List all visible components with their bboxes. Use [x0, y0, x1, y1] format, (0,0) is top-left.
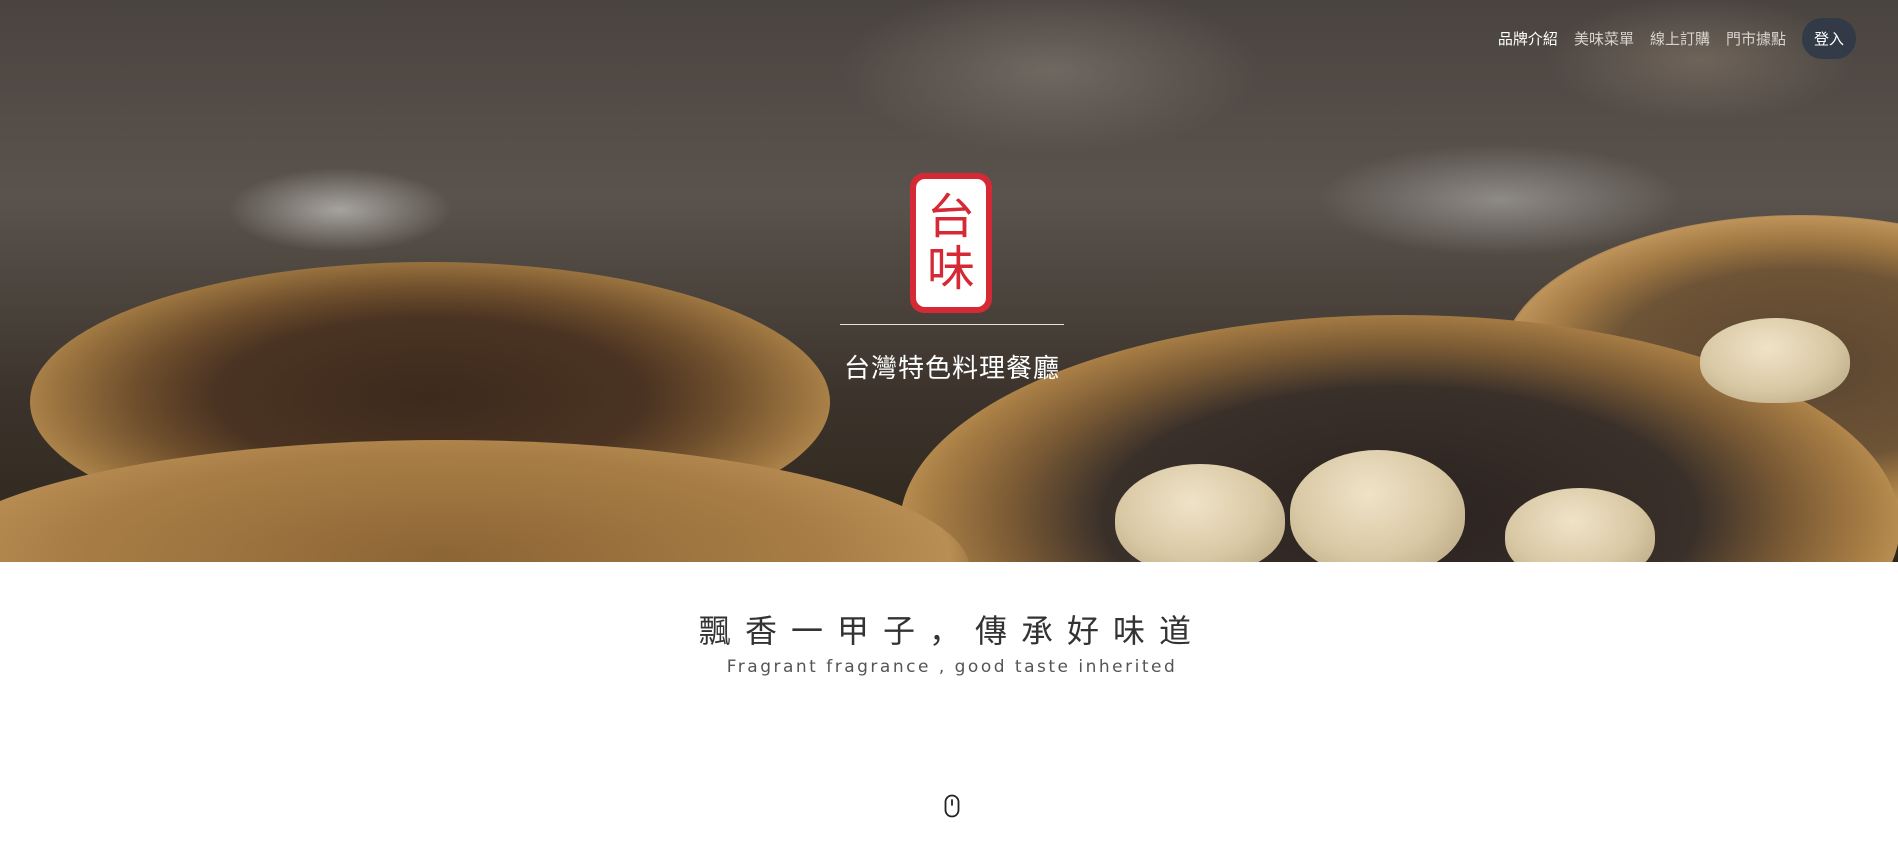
- nav-item-order[interactable]: 線上訂購: [1650, 28, 1710, 49]
- mouse-scroll-icon[interactable]: [944, 794, 960, 818]
- slogan-subheading: Fragrant fragrance , good taste inherite…: [726, 657, 1178, 677]
- logo-char-bottom: 味: [926, 241, 975, 297]
- logo-char-top: 台: [926, 189, 975, 245]
- nav-item-brand[interactable]: 品牌介紹: [1498, 28, 1558, 49]
- brand-logo: 台 味: [910, 173, 992, 313]
- main-nav: 品牌介紹 美味菜單 線上訂購 門市據點 登入: [1498, 18, 1856, 59]
- mouse-scroll-icon-graphic: [944, 794, 960, 818]
- hero-divider: [840, 324, 1064, 325]
- nav-item-stores[interactable]: 門市據點: [1726, 28, 1786, 49]
- hero-banner: 品牌介紹 美味菜單 線上訂購 門市據點 登入 台 味 台灣特色料理餐廳: [0, 0, 1898, 562]
- login-button[interactable]: 登入: [1801, 18, 1856, 59]
- slogan-heading: 飄香一甲子，傳承好味道: [698, 612, 1205, 650]
- hero-subtitle: 台灣特色料理餐廳: [843, 354, 1060, 384]
- nav-item-menu[interactable]: 美味菜單: [1574, 28, 1634, 49]
- brand-logo-inner: 台 味: [916, 179, 986, 307]
